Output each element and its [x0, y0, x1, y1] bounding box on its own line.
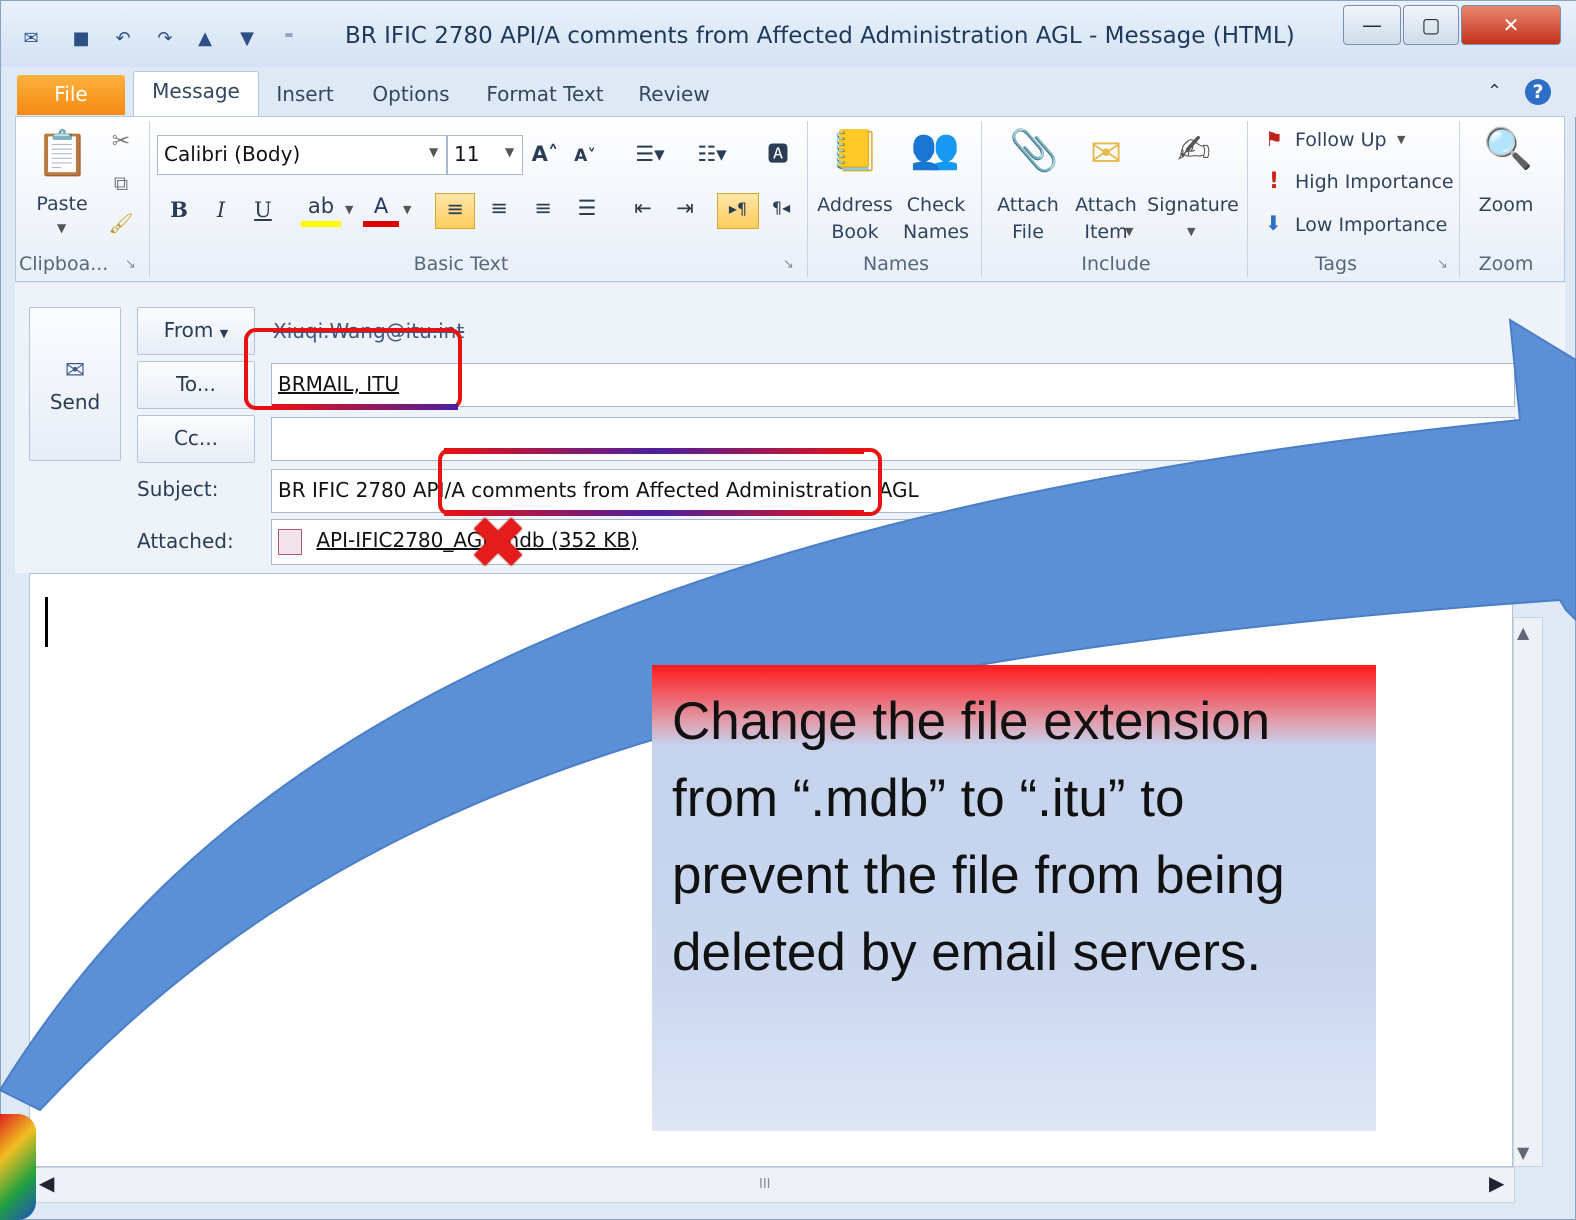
to-underline-gradient: [272, 404, 458, 410]
subject-top-gradient: [444, 448, 864, 454]
instruction-callout: Change the file extension from “.mdb” to…: [652, 665, 1376, 1131]
logo-icon: [0, 1114, 36, 1220]
callout-text: Change the file extension from “.mdb” to…: [672, 692, 1285, 982]
delete-x-icon: ✖: [467, 501, 529, 585]
to-highlight-box: [244, 328, 462, 410]
